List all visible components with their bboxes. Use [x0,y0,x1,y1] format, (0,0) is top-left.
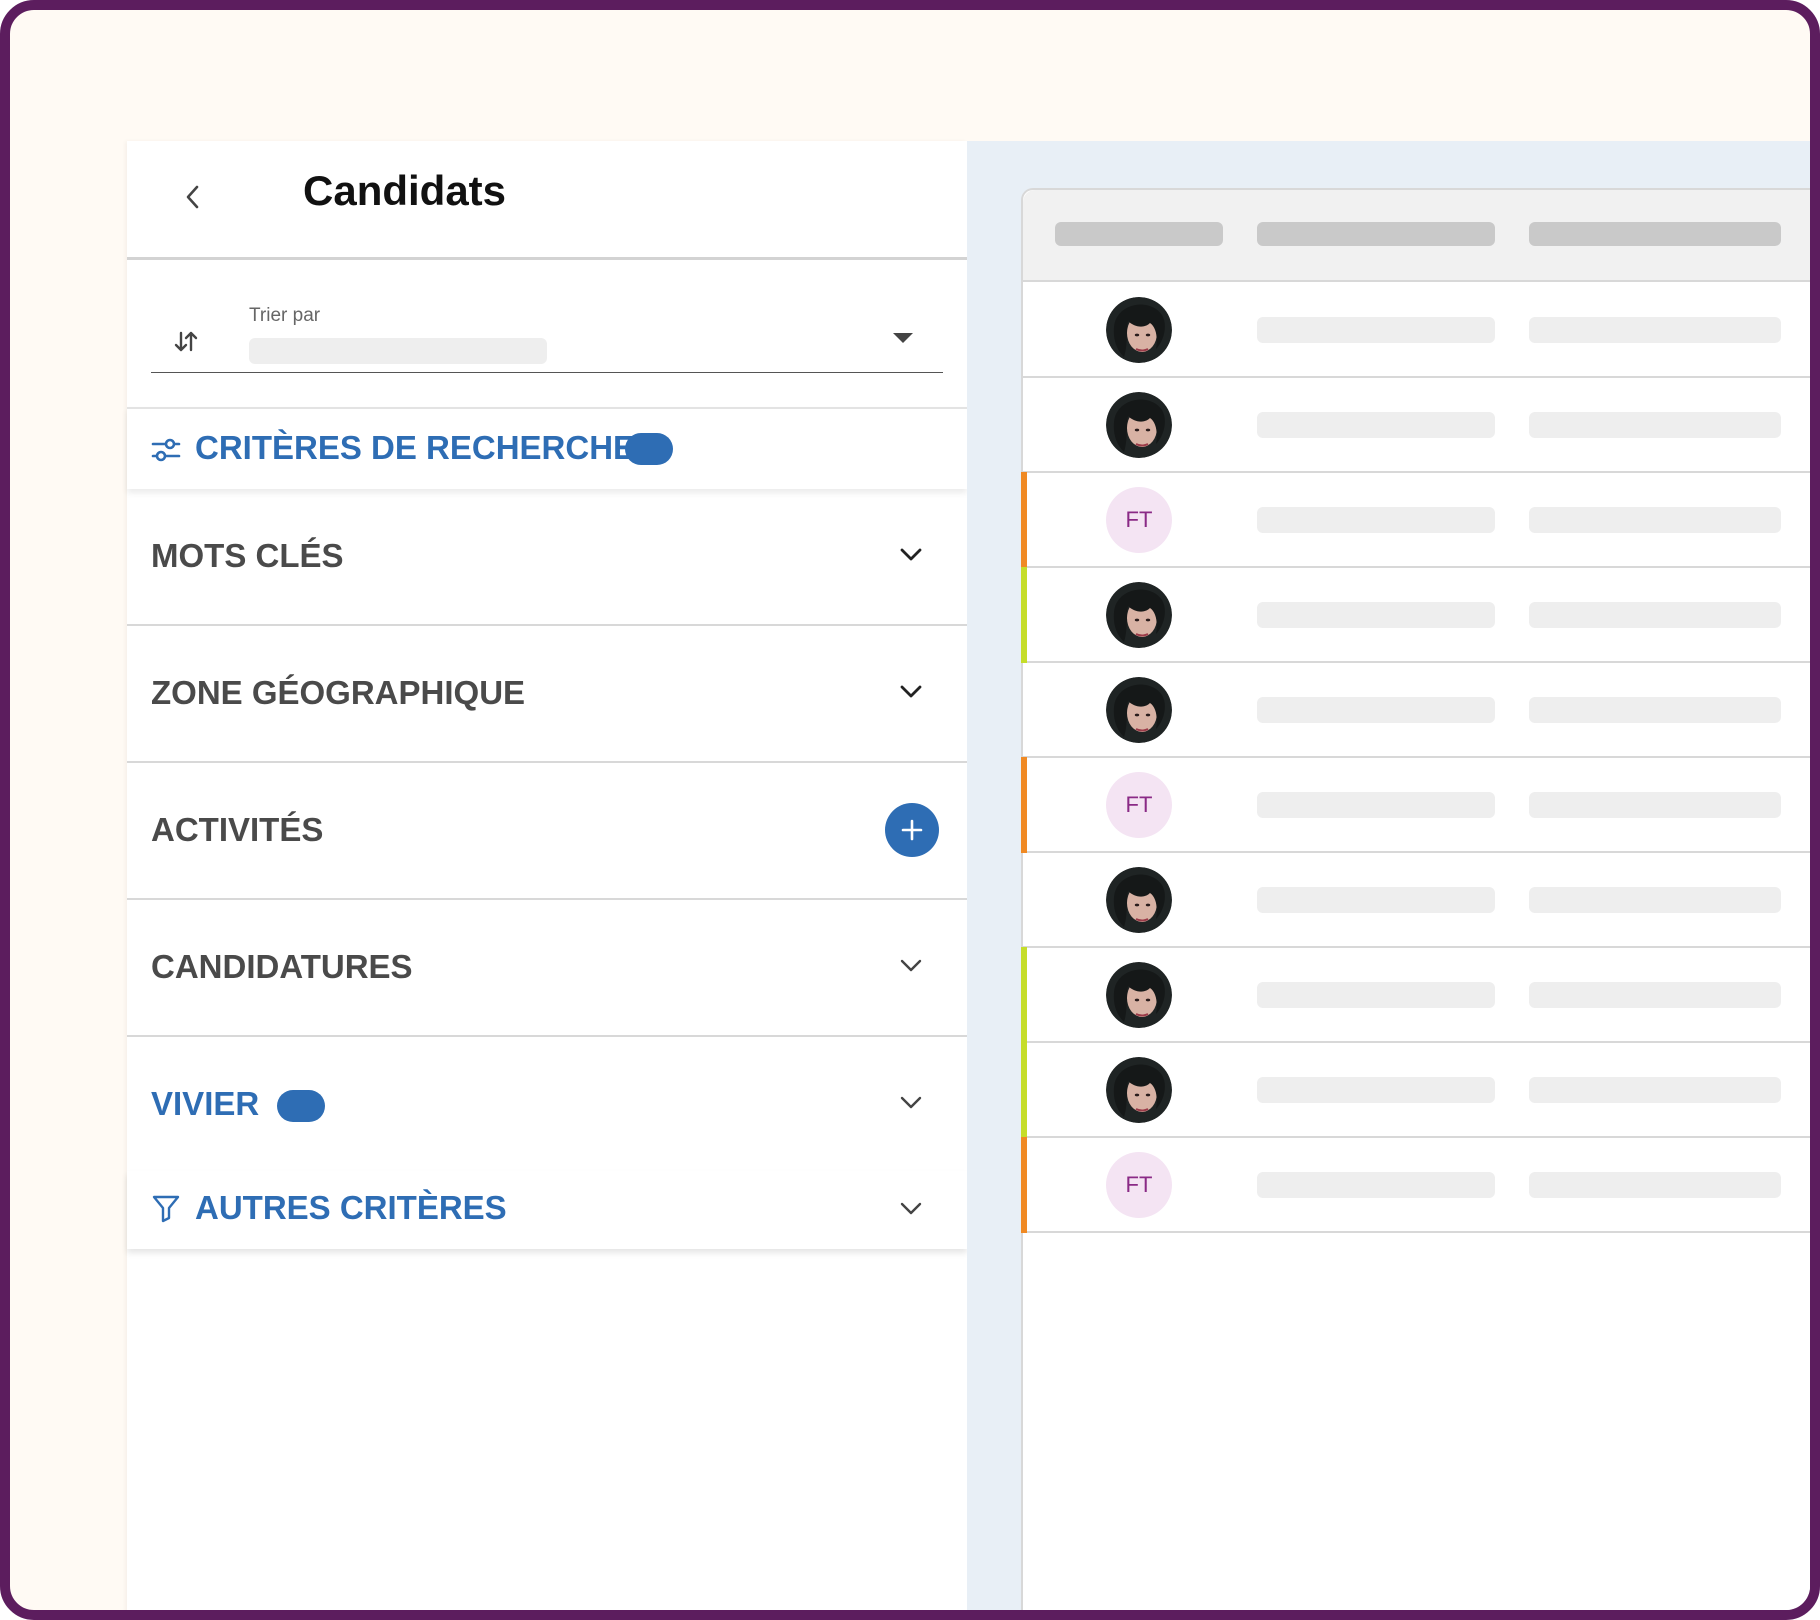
table-row[interactable] [1023,377,1820,473]
avatar [1106,867,1172,933]
other-criteria[interactable]: AUTRES CRITÈRES [127,1171,967,1249]
cell-placeholder [1529,602,1781,628]
plus-icon [901,819,923,841]
cell-placeholder [1529,317,1781,343]
chevron-down-icon [900,1202,922,1215]
pool-count-badge [277,1090,325,1122]
status-accent [1021,947,1027,1043]
search-criteria-label: CRITÈRES DE RECHERCHE [195,429,636,466]
avatar [1106,582,1172,648]
page-title: Candidats [303,167,507,214]
cell-placeholder [1529,792,1781,818]
section-label: MOTS CLÉS [151,537,344,574]
table-row[interactable] [1023,852,1820,948]
cell-placeholder [1529,887,1781,913]
section-label: ZONE GÉOGRAPHIQUE [151,674,526,711]
status-accent [1021,757,1027,853]
table-row[interactable]: FT [1021,757,1820,853]
sort-value [249,338,547,364]
status-accent [1021,1137,1027,1233]
avatar [1106,1057,1172,1123]
avatar-initials: FT [1106,487,1172,553]
table-row[interactable] [1021,947,1820,1043]
cell-placeholder [1257,1172,1495,1198]
chevron-down-icon [900,548,922,561]
cell-placeholder [1529,697,1781,723]
cell-placeholder [1529,1077,1781,1103]
chevron-down-icon [900,685,922,698]
sort-icon [174,331,198,352]
cell-placeholder [1815,1077,1820,1103]
section-label: VIVIER [151,1085,260,1122]
cell-placeholder [1815,982,1820,1008]
cell-placeholder [1257,697,1495,723]
status-accent [1021,1042,1027,1138]
caret-down-icon[interactable] [891,331,915,345]
avatar [1106,297,1172,363]
avatar [1106,677,1172,743]
candidates-table: FT FT FT [1021,188,1820,1610]
status-accent [1021,567,1027,663]
cell-placeholder [1815,792,1820,818]
cell-placeholder [1529,982,1781,1008]
avatar-initials: FT [1106,1152,1172,1218]
cell-placeholder [1257,792,1495,818]
filter-panel: Candidats Trier par CRITÈRES DE RECHERCH… [127,141,967,1610]
section-keywords[interactable]: MOTS CLÉS [127,489,967,626]
table-row[interactable] [1021,1042,1820,1138]
app-frame: Candidats Trier par CRITÈRES DE RECHERCH… [0,0,1820,1620]
section-applications[interactable]: CANDIDATURES [127,900,967,1037]
avatar [1106,392,1172,458]
cell-placeholder [1529,1172,1781,1198]
sort-select[interactable]: Trier par [151,281,943,373]
section-label: CANDIDATURES [151,948,413,985]
section-geographic-zone[interactable]: ZONE GÉOGRAPHIQUE [127,626,967,763]
section-label: ACTIVITÉS [151,811,324,848]
cell-placeholder [1529,507,1781,533]
cell-placeholder [1257,1077,1495,1103]
cell-placeholder [1815,1172,1820,1198]
table-row[interactable]: FT [1021,1137,1820,1233]
cell-placeholder [1257,887,1495,913]
chevron-down-icon [900,1096,922,1109]
cell-placeholder [1257,507,1495,533]
sliders-icon [151,438,181,462]
avatar-initials: FT [1106,772,1172,838]
cell-placeholder [1815,317,1820,343]
cell-placeholder [1529,412,1781,438]
section-pool[interactable]: VIVIER [127,1037,967,1174]
chevron-left-icon [186,185,199,209]
avatar [1106,962,1172,1028]
cell-placeholder [1257,982,1495,1008]
cell-placeholder [1815,697,1820,723]
other-criteria-label: AUTRES CRITÈRES [195,1189,507,1226]
column-header-placeholder [1815,222,1820,246]
column-header-placeholder [1257,222,1495,246]
cell-placeholder [1815,887,1820,913]
add-activity-button[interactable] [885,803,939,857]
filter-icon [152,1195,180,1223]
back-button[interactable] [175,177,211,217]
criteria-count-badge [625,433,673,465]
cell-placeholder [1257,602,1495,628]
search-criteria-header: CRITÈRES DE RECHERCHE [127,407,967,489]
column-header-placeholder [1055,222,1223,246]
status-accent [1021,472,1027,568]
cell-placeholder [1815,507,1820,533]
table-row[interactable] [1021,567,1820,663]
table-row[interactable] [1023,662,1820,758]
cell-placeholder [1815,412,1820,438]
cell-placeholder [1257,317,1495,343]
panel-header: Candidats [127,141,967,260]
table-row[interactable] [1023,282,1820,378]
sort-label: Trier par [249,305,321,326]
table-row[interactable]: FT [1021,472,1820,568]
section-activities: ACTIVITÉS [127,763,967,900]
cell-placeholder [1815,602,1820,628]
chevron-down-icon [900,959,922,972]
column-header-placeholder [1529,222,1781,246]
cell-placeholder [1257,412,1495,438]
table-header [1023,190,1820,282]
